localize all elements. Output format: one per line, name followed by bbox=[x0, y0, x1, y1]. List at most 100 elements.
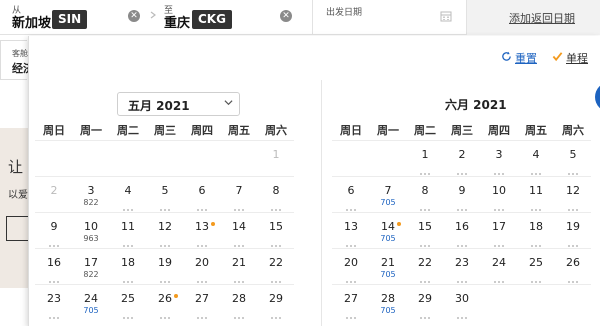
calendar-day[interactable]: 6 bbox=[187, 184, 217, 211]
day-price: 963 bbox=[83, 234, 99, 243]
calendar-day[interactable]: 24 705 bbox=[76, 292, 106, 315]
day-number: 19 bbox=[158, 256, 172, 269]
depart-date-field[interactable]: 出发日期 bbox=[313, 0, 466, 35]
flight-search-bar: 从 新加坡 SIN ✕ 至 重庆 CKG ✕ 出发日期 添加返回日期 bbox=[0, 0, 600, 35]
price-loading-dots bbox=[558, 164, 588, 175]
day-number: 23 bbox=[455, 256, 469, 269]
clear-destination-icon[interactable]: ✕ bbox=[280, 10, 292, 22]
calendar-day[interactable]: 30 bbox=[447, 292, 477, 319]
price-loading-dots bbox=[410, 200, 440, 211]
day-number: 11 bbox=[529, 184, 543, 197]
reset-icon[interactable] bbox=[501, 51, 512, 62]
calendar-day[interactable]: 10 bbox=[484, 184, 514, 211]
calendar-day[interactable]: 9 bbox=[39, 220, 69, 247]
price-loading-dots bbox=[150, 272, 180, 283]
promo-dot bbox=[397, 222, 401, 226]
month-select-value: 五月 2021 bbox=[128, 99, 190, 113]
banner-title: 让 bbox=[8, 158, 24, 176]
calendar-day[interactable]: 16 bbox=[447, 220, 477, 247]
calendar-day[interactable]: 1 bbox=[410, 148, 440, 175]
calendar-day[interactable]: 28 705 bbox=[373, 292, 403, 315]
reset-button[interactable]: 重置 bbox=[515, 50, 537, 66]
origin-city: 新加坡 bbox=[12, 16, 52, 31]
day-number: 28 bbox=[381, 292, 395, 305]
calendar-day[interactable]: 22 bbox=[261, 256, 291, 283]
calendar-day[interactable]: 4 bbox=[113, 184, 143, 211]
calendar-day[interactable]: 25 bbox=[521, 256, 551, 283]
calendar-day[interactable]: 12 bbox=[150, 220, 180, 247]
calendar-day[interactable]: 8 bbox=[261, 184, 291, 211]
clear-origin-icon[interactable]: ✕ bbox=[128, 10, 140, 22]
day-number: 12 bbox=[158, 220, 172, 233]
calendar-day[interactable]: 7 bbox=[224, 184, 254, 211]
calendar-day[interactable]: 11 bbox=[521, 184, 551, 211]
calendar-day[interactable]: 13 bbox=[336, 220, 366, 247]
destination-city: 重庆 bbox=[164, 16, 191, 31]
destination-field[interactable]: 至 重庆 CKG ✕ bbox=[152, 0, 298, 35]
calendar-day[interactable]: 23 bbox=[447, 256, 477, 283]
price-loading-dots bbox=[410, 164, 440, 175]
add-return-date-label: 添加返回日期 bbox=[509, 12, 575, 25]
calendar-day[interactable]: 6 bbox=[336, 184, 366, 211]
calendar-day[interactable]: 26 bbox=[150, 292, 180, 319]
calendar-day[interactable]: 3 bbox=[484, 148, 514, 175]
month-select[interactable]: 五月 2021 bbox=[117, 92, 240, 116]
calendar-day[interactable]: 21 705 bbox=[373, 256, 403, 279]
calendar-day[interactable]: 8 bbox=[410, 184, 440, 211]
price-loading-dots bbox=[113, 236, 143, 247]
day-price: 705 bbox=[380, 270, 396, 279]
price-loading-dots bbox=[336, 308, 366, 319]
calendar-day[interactable]: 27 bbox=[336, 292, 366, 319]
price-loading-dots bbox=[521, 236, 551, 247]
calendar-day[interactable]: 18 bbox=[521, 220, 551, 247]
calendar-day[interactable]: 20 bbox=[336, 256, 366, 283]
calendar-day[interactable]: 24 bbox=[484, 256, 514, 283]
day-number: 13 bbox=[344, 220, 358, 233]
calendar-day[interactable]: 22 bbox=[410, 256, 440, 283]
calendar-day[interactable]: 2 bbox=[447, 148, 477, 175]
checkmark-icon[interactable] bbox=[552, 51, 563, 62]
calendar-day[interactable]: 17 bbox=[484, 220, 514, 247]
calendar-day[interactable]: 11 bbox=[113, 220, 143, 247]
calendar-day[interactable]: 10 963 bbox=[76, 220, 106, 243]
calendar-day[interactable]: 26 bbox=[558, 256, 588, 283]
calendar-day[interactable]: 23 bbox=[39, 292, 69, 319]
calendar-day[interactable]: 20 bbox=[187, 256, 217, 283]
day-number: 27 bbox=[344, 292, 358, 305]
day-price: 705 bbox=[380, 234, 396, 243]
cabin-class-field[interactable]: 客舱 经济 bbox=[0, 40, 34, 80]
calendar-day[interactable]: 25 bbox=[113, 292, 143, 319]
weekday-header: 周日 bbox=[43, 124, 65, 137]
calendar-day[interactable]: 3 822 bbox=[76, 184, 106, 207]
calendar-day[interactable]: 5 bbox=[558, 148, 588, 175]
calendar-day[interactable]: 19 bbox=[558, 220, 588, 247]
calendar-day[interactable]: 29 bbox=[410, 292, 440, 319]
calendar-day[interactable]: 21 bbox=[224, 256, 254, 283]
calendar-day[interactable]: 15 bbox=[261, 220, 291, 247]
calendar-day[interactable]: 19 bbox=[150, 256, 180, 283]
calendar-day[interactable]: 15 bbox=[410, 220, 440, 247]
calendar-day[interactable]: 4 bbox=[521, 148, 551, 175]
calendar-day[interactable]: 28 bbox=[224, 292, 254, 319]
calendar-day[interactable]: 5 bbox=[150, 184, 180, 211]
calendar-day[interactable]: 18 bbox=[113, 256, 143, 283]
calendar-day[interactable]: 7 705 bbox=[373, 184, 403, 207]
calendar-day[interactable]: 9 bbox=[447, 184, 477, 211]
calendar-day[interactable]: 12 bbox=[558, 184, 588, 211]
origin-field[interactable]: 从 新加坡 SIN ✕ bbox=[0, 0, 150, 35]
add-return-date-button[interactable]: 添加返回日期 bbox=[466, 0, 600, 35]
price-loading-dots bbox=[521, 272, 551, 283]
chevron-down-icon bbox=[224, 100, 233, 106]
calendar-day[interactable]: 16 bbox=[39, 256, 69, 283]
day-number: 22 bbox=[269, 256, 283, 269]
calendar-day[interactable]: 29 bbox=[261, 292, 291, 319]
calendar-day[interactable]: 13 bbox=[187, 220, 217, 247]
calendar-day[interactable]: 27 bbox=[187, 292, 217, 319]
one-way-toggle[interactable]: 单程 bbox=[566, 50, 588, 66]
price-loading-dots bbox=[558, 200, 588, 211]
calendar-day[interactable]: 17 822 bbox=[76, 256, 106, 279]
chat-bubble-button[interactable] bbox=[595, 82, 600, 112]
calendar-day[interactable]: 14 705 bbox=[373, 220, 403, 243]
calendar-day[interactable]: 14 bbox=[224, 220, 254, 247]
price-loading-dots bbox=[521, 200, 551, 211]
